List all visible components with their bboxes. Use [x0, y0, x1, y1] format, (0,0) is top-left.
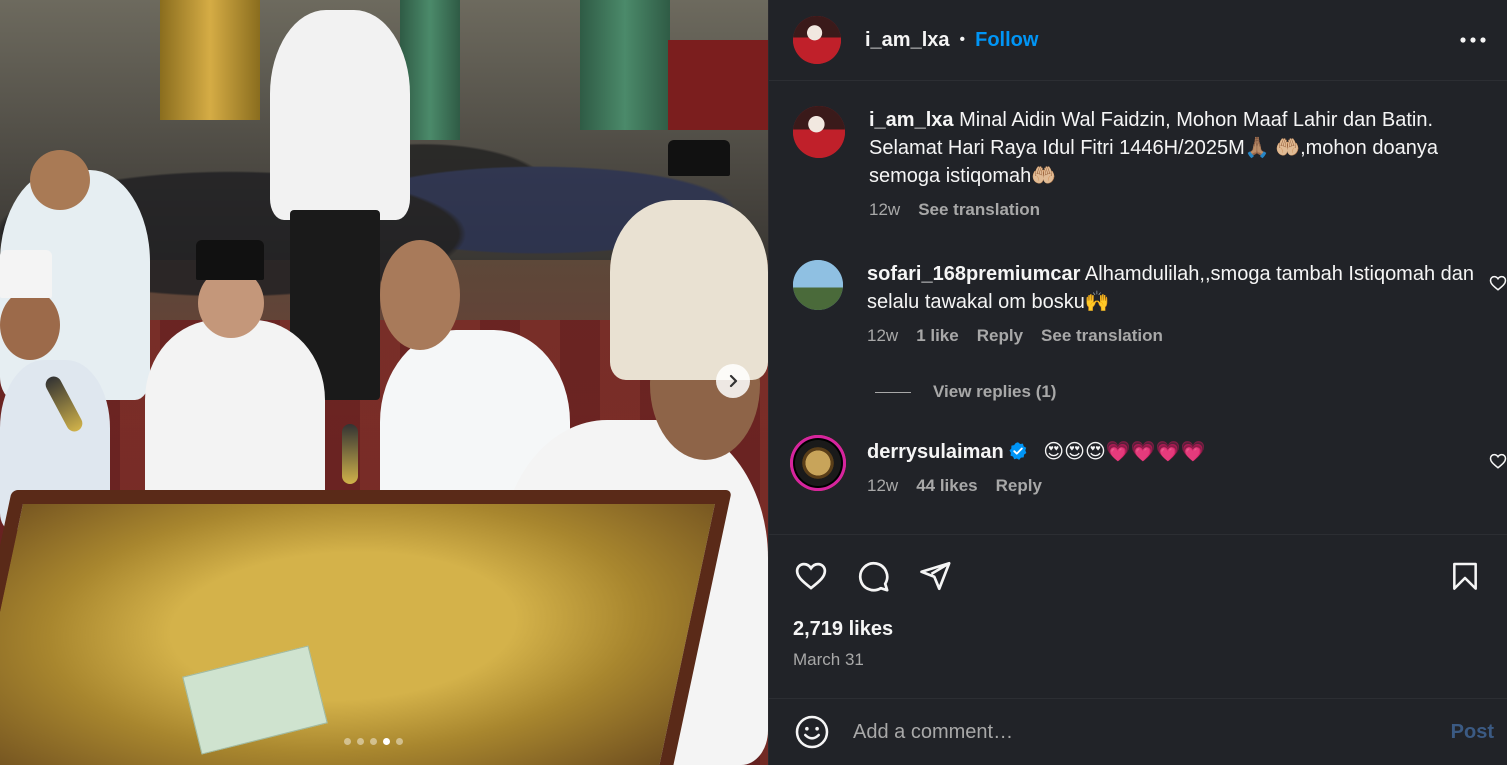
- comments-divider: [769, 534, 1507, 535]
- comment-time[interactable]: 12w: [867, 472, 898, 500]
- carousel-dot: [344, 738, 351, 745]
- carousel-dot: [370, 738, 377, 745]
- comment-body: derrysulaiman 😍😍😍💗💗💗💗 12w 44 likes Reply: [867, 438, 1205, 500]
- replies-line: [875, 391, 911, 393]
- person-head: [30, 150, 90, 210]
- microphone: [342, 424, 358, 484]
- carousel-indicator: [344, 738, 403, 745]
- ornate-table: [0, 490, 732, 765]
- black-cap: [668, 140, 730, 176]
- post-side-panel: i_am_lxa • Follow i_am_lxa Minal Aidin W…: [768, 0, 1507, 765]
- post-header: i_am_lxa • Follow: [769, 0, 1507, 80]
- comment-input[interactable]: [853, 720, 1413, 744]
- post-comment-button[interactable]: Post: [1451, 721, 1494, 744]
- commenter-username[interactable]: derrysulaiman: [867, 441, 1004, 463]
- more-horizontal-icon: [1460, 37, 1486, 43]
- carousel-dot-active: [383, 738, 390, 745]
- post-date[interactable]: March 31: [793, 650, 864, 670]
- central-head: [380, 240, 460, 350]
- comment-time[interactable]: 12w: [867, 322, 898, 350]
- comment-item: sofari_168premiumcar Alhamdulilah,,smoga…: [793, 260, 1507, 350]
- commenter-avatar[interactable]: [793, 438, 843, 488]
- next-image-button[interactable]: [716, 364, 750, 398]
- header-separator: •: [959, 31, 966, 48]
- heart-icon: [1489, 453, 1507, 469]
- comment-body: sofari_168premiumcar Alhamdulilah,,smoga…: [867, 260, 1493, 350]
- view-replies-label: View replies (1): [933, 382, 1057, 401]
- verified-badge-icon: [1009, 442, 1027, 460]
- comment-meta: 12w 44 likes Reply: [867, 472, 1205, 500]
- like-comment-button[interactable]: [1489, 274, 1507, 297]
- send-icon: [920, 561, 951, 591]
- white-cap: [0, 250, 52, 298]
- follow-button[interactable]: Follow: [975, 29, 1038, 52]
- comment-text-block: sofari_168premiumcar Alhamdulilah,,smoga…: [867, 260, 1493, 316]
- caption-time[interactable]: 12w: [869, 196, 900, 224]
- author-username[interactable]: i_am_lxa: [865, 29, 950, 52]
- standing-person: [270, 10, 410, 220]
- save-button[interactable]: [1447, 558, 1483, 594]
- speaker-head: [0, 290, 60, 360]
- add-comment-bar: Post: [769, 698, 1507, 765]
- comment-text-block: derrysulaiman 😍😍😍💗💗💗💗: [867, 438, 1205, 466]
- chevron-right-icon: [729, 374, 738, 388]
- view-replies-button[interactable]: View replies (1): [875, 382, 1056, 402]
- post-action-bar: [793, 556, 1483, 596]
- comment-likes[interactable]: 44 likes: [916, 472, 977, 500]
- header-divider: [769, 80, 1507, 81]
- like-button[interactable]: [793, 558, 829, 594]
- caption-meta: 12w See translation: [869, 196, 1483, 224]
- heart-icon: [795, 562, 827, 590]
- see-translation-button[interactable]: See translation: [918, 196, 1040, 224]
- caption-text-block: i_am_lxa Minal Aidin Wal Faidzin, Mohon …: [869, 106, 1483, 190]
- carousel-dot: [357, 738, 364, 745]
- emoji-icon: [795, 715, 829, 749]
- bookmark-icon: [1453, 562, 1477, 590]
- comment-likes[interactable]: 1 like: [916, 322, 959, 350]
- post-image: [0, 0, 768, 765]
- likes-count[interactable]: 2,719 likes: [793, 618, 893, 641]
- reply-button[interactable]: Reply: [996, 472, 1042, 500]
- camera-person: [610, 200, 768, 380]
- like-comment-button[interactable]: [1489, 452, 1507, 475]
- commenter-username[interactable]: sofari_168premiumcar: [867, 263, 1080, 285]
- emoji-button[interactable]: [793, 713, 831, 751]
- more-options-button[interactable]: [1458, 26, 1488, 54]
- caption-username[interactable]: i_am_lxa: [869, 109, 954, 131]
- share-button[interactable]: [917, 558, 953, 594]
- post-caption: i_am_lxa Minal Aidin Wal Faidzin, Mohon …: [793, 106, 1483, 224]
- black-cap: [196, 240, 264, 280]
- caption-avatar[interactable]: [793, 106, 845, 158]
- caption-body: i_am_lxa Minal Aidin Wal Faidzin, Mohon …: [869, 106, 1483, 224]
- reply-button[interactable]: Reply: [977, 322, 1023, 350]
- see-translation-button[interactable]: See translation: [1041, 322, 1163, 350]
- comment-icon: [859, 562, 889, 592]
- carousel-dot: [396, 738, 403, 745]
- commenter-avatar[interactable]: [793, 260, 843, 310]
- heart-icon: [1489, 275, 1507, 291]
- comment-item: derrysulaiman 😍😍😍💗💗💗💗 12w 44 likes Reply: [793, 438, 1507, 500]
- comment-meta: 12w 1 like Reply See translation: [867, 322, 1493, 350]
- author-avatar[interactable]: [793, 16, 841, 64]
- comment-text: 😍😍😍💗💗💗💗: [1043, 441, 1206, 463]
- comment-button[interactable]: [855, 558, 891, 594]
- caption-text: Minal Aidin Wal Faidzin, Mohon Maaf Lahi…: [869, 109, 1438, 187]
